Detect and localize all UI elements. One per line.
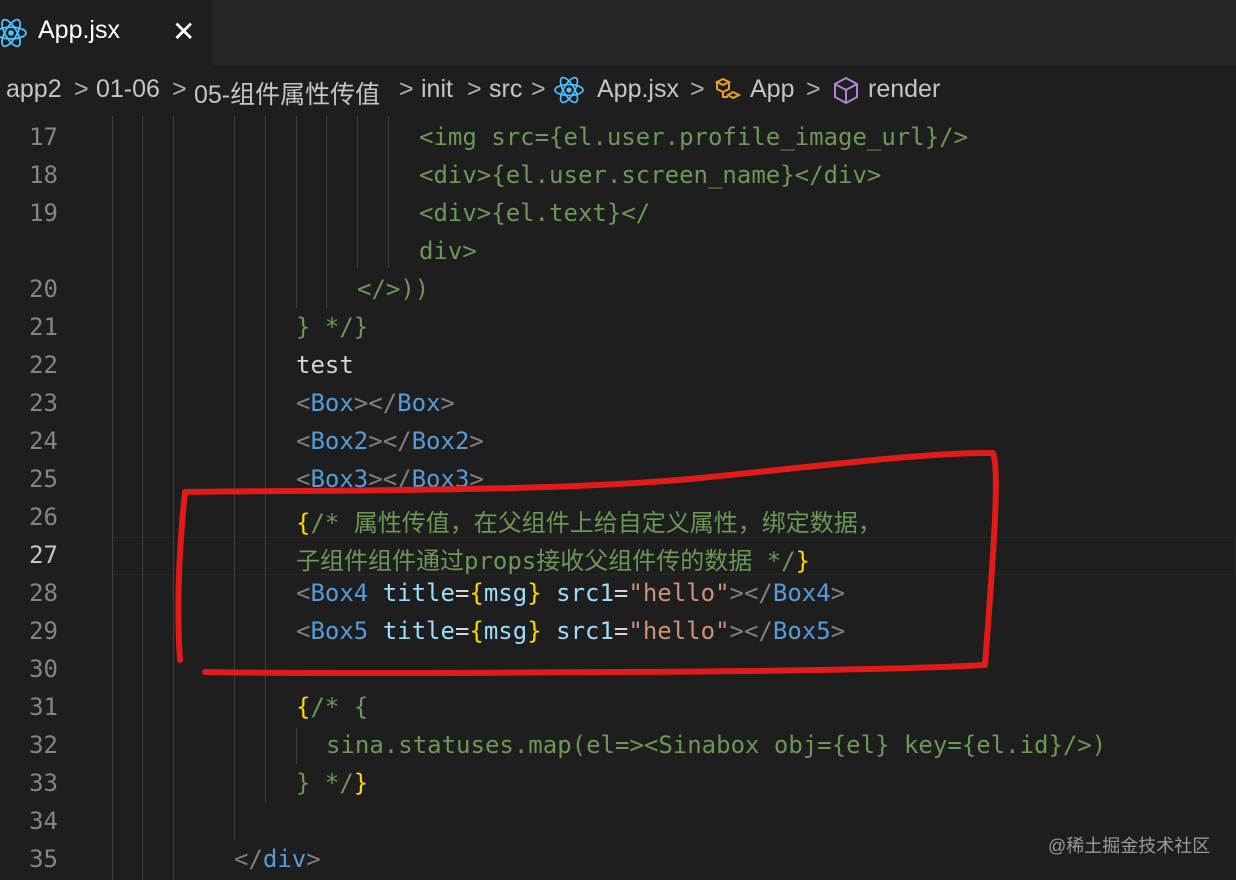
code-line-25: <Box3></Box3>	[296, 465, 484, 493]
code-line-24: <Box2></Box2>	[296, 427, 484, 455]
code-line-28: <Box4 title={msg} src1="hello"></Box4>	[296, 579, 846, 607]
breadcrumb-item-src[interactable]: src	[489, 75, 522, 104]
breadcrumb-item-render[interactable]: render	[868, 75, 940, 104]
code-line-19-wrap: div>	[419, 237, 477, 265]
breadcrumb-item-file[interactable]: App.jsx	[597, 75, 679, 104]
line-number: 29	[29, 617, 58, 645]
breadcrumb-item-app[interactable]: App	[750, 75, 794, 104]
breadcrumb-item-01-06[interactable]: 01-06	[96, 75, 160, 104]
chevron-right-icon: >	[399, 75, 414, 103]
breadcrumb-item-init[interactable]: init	[421, 75, 453, 104]
chevron-right-icon: >	[690, 75, 705, 103]
line-number: 28	[29, 579, 58, 607]
chevron-right-icon: >	[172, 75, 187, 103]
line-number: 34	[29, 807, 58, 835]
tab-label: App.jsx	[38, 16, 120, 44]
code-line-27: 子组件组件通过props接收父组件传的数据 */}	[296, 547, 811, 575]
symbol-method-icon	[834, 76, 858, 105]
react-icon	[554, 76, 584, 104]
line-number: 26	[29, 503, 58, 531]
line-number: 20	[29, 275, 58, 303]
code-line-32: sina.statuses.map(el=><Sinabox obj={el} …	[326, 731, 1107, 759]
code-editor[interactable]: 17 18 19 20 21 22 23 24 25 26 27 28 29 3…	[0, 116, 1236, 880]
code-line-20: </>))	[357, 275, 430, 303]
indent-guide	[357, 116, 358, 268]
tab-app-jsx[interactable]: App.jsx ✕	[0, 0, 212, 66]
code-line-21: } */}	[296, 313, 369, 341]
line-number: 19	[29, 199, 58, 227]
line-number-active: 27	[29, 541, 58, 569]
indent-guide	[173, 116, 174, 880]
line-number: 18	[29, 161, 58, 189]
code-line-22: test	[296, 351, 354, 379]
breadcrumb-item-folder[interactable]: 05-组件属性传值	[194, 75, 380, 111]
line-number: 30	[29, 655, 58, 683]
code-line-33: } */}	[296, 769, 369, 797]
line-number: 35	[29, 845, 58, 873]
line-number: 33	[29, 769, 58, 797]
code-line-35: </div>	[234, 845, 321, 873]
tab-bar: App.jsx ✕	[0, 0, 1236, 66]
indent-guide	[142, 116, 143, 880]
indent-guide	[234, 116, 235, 840]
indent-guide	[296, 728, 297, 764]
line-number: 24	[29, 427, 58, 455]
indent-guide	[326, 116, 327, 308]
line-number: 25	[29, 465, 58, 493]
code-line-17: <img src={el.user.profile_image_url}/>	[419, 123, 969, 151]
breadcrumb-item-app2[interactable]: app2	[6, 75, 62, 104]
code-line-29: <Box5 title={msg} src1="hello"></Box5>	[296, 617, 846, 645]
indent-guide	[112, 116, 113, 880]
indent-guide	[388, 116, 389, 268]
line-number: 23	[29, 389, 58, 417]
breadcrumb: app2 > 01-06 > 05-组件属性传值 > init > src > …	[0, 66, 1236, 116]
chevron-right-icon: >	[531, 75, 546, 103]
code-line-18: <div>{el.user.screen_name}</div>	[419, 161, 882, 189]
line-number: 22	[29, 351, 58, 379]
chevron-right-icon: >	[74, 75, 89, 103]
symbol-class-icon	[714, 77, 742, 100]
line-number: 31	[29, 693, 58, 721]
code-line-19: <div>{el.text}</	[419, 199, 651, 227]
code-line-31: {/* {	[296, 693, 369, 721]
code-line-23: <Box></Box>	[296, 389, 455, 417]
line-number: 32	[29, 731, 58, 759]
close-icon[interactable]: ✕	[172, 14, 195, 50]
react-icon	[0, 18, 27, 48]
indent-guide	[265, 116, 266, 802]
chevron-right-icon: >	[806, 75, 821, 103]
indent-guide	[296, 116, 297, 308]
watermark: @稀土掘金技术社区	[1048, 836, 1211, 856]
line-number: 17	[29, 123, 58, 151]
code-line-26: {/* 属性传值，在父组件上给自定义属性，绑定数据，	[296, 509, 882, 537]
chevron-right-icon: >	[467, 75, 482, 103]
line-number: 21	[29, 313, 58, 341]
